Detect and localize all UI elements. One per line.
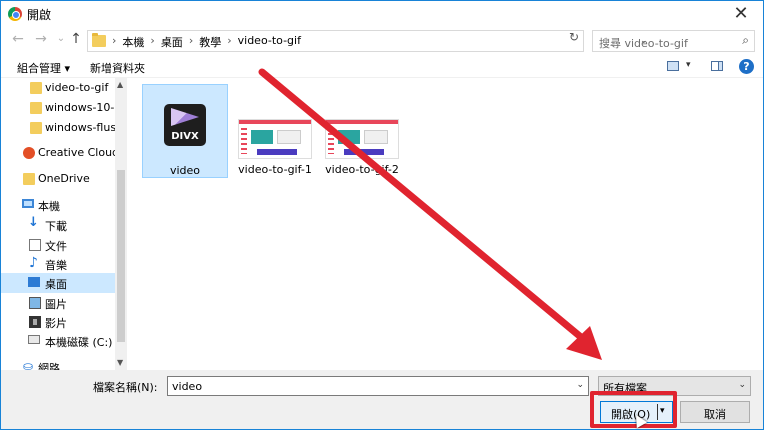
sidebar-item-windows-10[interactable]: windows-10-dis bbox=[1, 98, 115, 118]
scroll-down-arrow[interactable]: ▼ bbox=[117, 358, 123, 367]
sidebar-item-downloads[interactable]: ↓ 下載 bbox=[1, 215, 115, 235]
file-name: video-to-gif-1 bbox=[238, 163, 312, 176]
breadcrumb-separator: › bbox=[112, 34, 117, 47]
sidebar-item-video-to-gif[interactable]: video-to-gif bbox=[1, 78, 115, 98]
preview-pane-icon[interactable] bbox=[711, 61, 723, 71]
document-icon bbox=[29, 239, 41, 251]
forward-button[interactable]: → bbox=[32, 31, 50, 47]
navigation-scrollbar[interactable]: ▲ ▼ bbox=[115, 78, 127, 370]
window-title: 開啟 bbox=[27, 8, 52, 22]
new-folder-button[interactable]: 新增資料夾 bbox=[90, 60, 145, 76]
filename-label: 檔案名稱(N): bbox=[93, 381, 158, 394]
refresh-button[interactable]: ↻ bbox=[569, 30, 579, 44]
file-name: video-to-gif-2 bbox=[325, 163, 399, 176]
breadcrumb: › 本機 › 桌面 › 教學 › video-to-gif bbox=[112, 34, 301, 50]
chevron-down-icon: ⌄ bbox=[738, 380, 746, 390]
sidebar-item-label: windows-10-dis bbox=[45, 101, 115, 114]
creative-cloud-icon bbox=[23, 147, 35, 159]
scroll-thumb[interactable] bbox=[117, 170, 125, 342]
sidebar-item-label: OneDrive bbox=[38, 172, 90, 185]
sidebar-item-label: 文件 bbox=[45, 240, 67, 253]
cancel-button-label: 取消 bbox=[704, 408, 726, 421]
music-icon: ♪ bbox=[29, 255, 38, 271]
filename-input[interactable]: video ⌄ bbox=[167, 376, 589, 396]
chrome-icon bbox=[8, 7, 22, 21]
video-icon bbox=[29, 316, 41, 328]
sidebar-item-label: 影片 bbox=[45, 317, 67, 330]
title-bar: 開啟 ✕ bbox=[1, 1, 763, 27]
close-button[interactable]: ✕ bbox=[727, 3, 755, 24]
file-list: DIVX video video-to-gif-1 video-to-gif-2 bbox=[129, 78, 763, 370]
sidebar-item-documents[interactable]: 文件 bbox=[1, 235, 115, 255]
breadcrumb-separator: › bbox=[150, 34, 155, 47]
sidebar-item-label: 本機 bbox=[38, 200, 60, 213]
desktop-icon bbox=[28, 277, 40, 287]
breadcrumb-item[interactable]: 桌面 bbox=[161, 34, 183, 50]
cancel-button[interactable]: 取消 bbox=[680, 401, 750, 423]
divx-icon: DIVX bbox=[164, 104, 206, 146]
sidebar-item-onedrive[interactable]: OneDrive bbox=[1, 169, 115, 189]
pictures-icon bbox=[29, 297, 41, 309]
up-button[interactable]: ↑ bbox=[67, 31, 85, 47]
breadcrumb-item[interactable]: video-to-gif bbox=[238, 34, 301, 50]
help-icon[interactable]: ? bbox=[739, 59, 754, 74]
computer-icon bbox=[22, 199, 34, 208]
breadcrumb-item[interactable]: 本機 bbox=[122, 34, 144, 50]
sidebar-item-local-disk[interactable]: 本機磁碟 (C:) bbox=[1, 331, 115, 351]
search-input[interactable]: 搜尋 video-to-gif ⌕ bbox=[592, 30, 755, 52]
chevron-down-icon[interactable]: ⌄ bbox=[576, 380, 584, 390]
sidebar-item-label: Creative Cloud Fi bbox=[38, 146, 115, 159]
sidebar-item-label: 音樂 bbox=[45, 259, 67, 272]
sidebar-item-label: windows-flush- bbox=[45, 121, 115, 134]
view-dropdown[interactable]: ▾ bbox=[686, 60, 691, 70]
scroll-up-arrow[interactable]: ▲ bbox=[117, 80, 123, 89]
sidebar-item-label: 桌面 bbox=[45, 278, 67, 291]
folder-icon bbox=[30, 102, 42, 114]
sidebar-item-label: 圖片 bbox=[45, 298, 67, 311]
file-name: video bbox=[169, 164, 201, 177]
view-icon[interactable] bbox=[667, 61, 679, 71]
drive-icon bbox=[28, 335, 40, 344]
sidebar-item-network[interactable]: ⛀ 網路 bbox=[1, 357, 115, 370]
organize-menu[interactable]: 組合管理 ▾ bbox=[17, 60, 70, 76]
filename-value: video bbox=[172, 380, 203, 393]
navigation-pane: video-to-gif windows-10-dis windows-flus… bbox=[1, 78, 127, 370]
command-bar: 組合管理 ▾ 新增資料夾 ▾ ? bbox=[1, 55, 763, 78]
sidebar-item-creative-cloud[interactable]: Creative Cloud Fi bbox=[1, 143, 115, 163]
image-thumbnail bbox=[238, 119, 312, 159]
search-icon: ⌕ bbox=[742, 33, 749, 47]
download-icon: ↓ bbox=[28, 215, 39, 230]
sidebar-item-label: 下載 bbox=[45, 220, 67, 233]
divx-badge: DIVX bbox=[171, 131, 199, 142]
sidebar-item-music[interactable]: ♪ 音樂 bbox=[1, 254, 115, 274]
sidebar-item-label: video-to-gif bbox=[45, 81, 109, 94]
back-button[interactable]: ← bbox=[9, 31, 27, 47]
sidebar-item-this-pc[interactable]: 本機 bbox=[1, 195, 115, 215]
breadcrumb-item[interactable]: 教學 bbox=[199, 34, 221, 50]
file-item-video-to-gif-2[interactable]: video-to-gif-2 bbox=[319, 84, 405, 178]
sidebar-item-pictures[interactable]: 圖片 bbox=[1, 293, 115, 313]
breadcrumb-separator: › bbox=[188, 34, 194, 47]
address-bar[interactable]: › 本機 › 桌面 › 教學 › video-to-gif ⌄ bbox=[87, 30, 648, 52]
file-item-video-to-gif-1[interactable]: video-to-gif-1 bbox=[232, 84, 318, 178]
search-placeholder: 搜尋 video-to-gif bbox=[599, 37, 688, 50]
network-icon: ⛀ bbox=[23, 359, 34, 370]
sidebar-item-videos[interactable]: 影片 bbox=[1, 312, 115, 332]
folder-icon bbox=[30, 82, 42, 94]
folder-icon bbox=[30, 122, 42, 134]
sidebar-item-label: 網路 bbox=[38, 362, 60, 370]
sidebar-item-windows-flush[interactable]: windows-flush- bbox=[1, 118, 115, 138]
folder-icon bbox=[92, 33, 106, 47]
open-file-dialog: 開啟 ✕ ← → ⌄ ↑ › 本機 › 桌面 › 教學 › video-to-g… bbox=[0, 0, 764, 430]
folder-icon bbox=[23, 173, 35, 185]
breadcrumb-separator: › bbox=[227, 34, 232, 47]
sidebar-item-label: 本機磁碟 (C:) bbox=[45, 336, 113, 349]
sidebar-item-desktop[interactable]: 桌面 bbox=[1, 273, 115, 293]
file-item-video[interactable]: DIVX video bbox=[142, 84, 228, 178]
address-row: ← → ⌄ ↑ › 本機 › 桌面 › 教學 › video-to-gif ⌄ … bbox=[1, 27, 763, 55]
image-thumbnail bbox=[325, 119, 399, 159]
